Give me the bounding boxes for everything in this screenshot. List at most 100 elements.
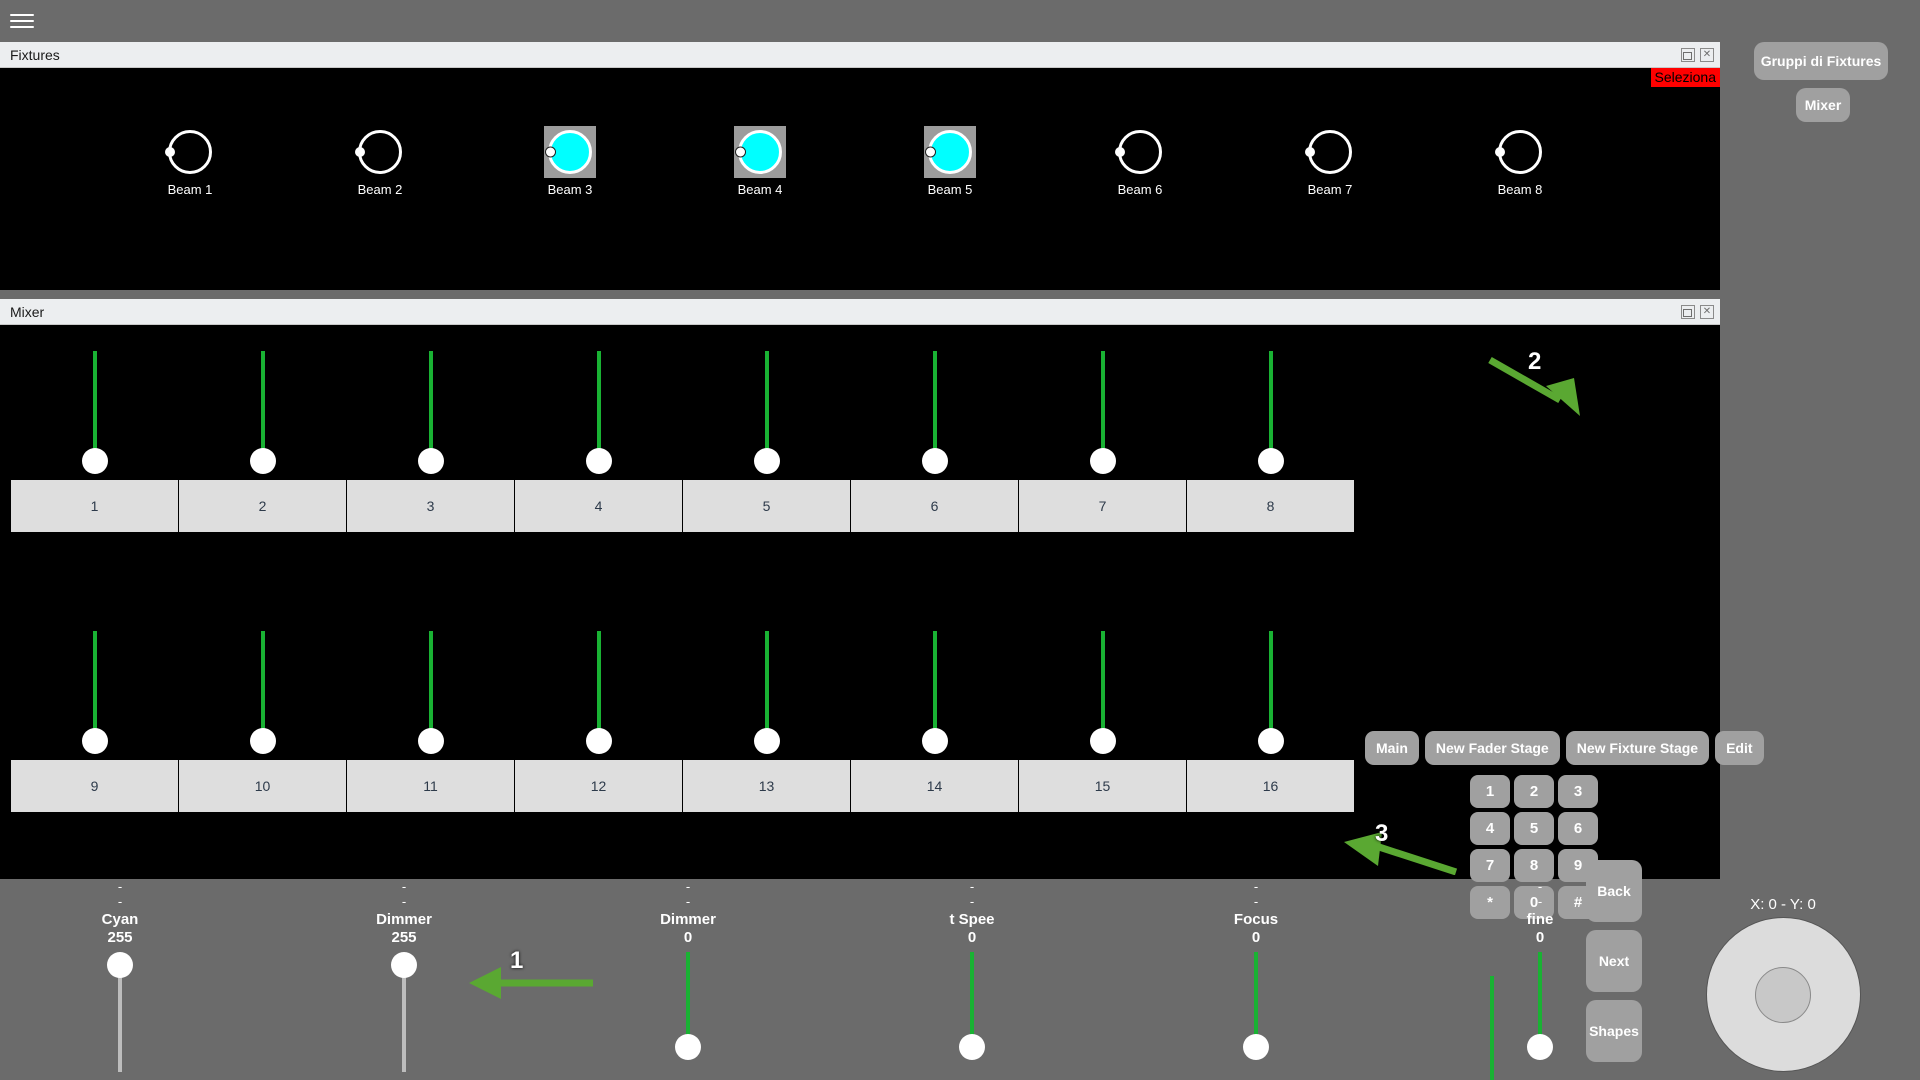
fader-button[interactable]: 10 xyxy=(179,760,346,812)
fader-knob[interactable] xyxy=(417,728,444,754)
stage-button-new-fixture-stage[interactable]: New Fixture Stage xyxy=(1565,731,1710,765)
fader-knob[interactable] xyxy=(585,448,612,474)
fader-knob[interactable] xyxy=(81,448,108,474)
attribute-fader xyxy=(882,952,1062,1072)
fader-knob[interactable] xyxy=(249,728,276,754)
keypad-key-6[interactable]: 6 xyxy=(1558,812,1598,845)
keypad-key-3[interactable]: 3 xyxy=(1558,775,1598,808)
attribute-fader-track[interactable] xyxy=(1538,952,1542,1042)
fixture-indicator-dot xyxy=(545,146,556,158)
joystick-knob[interactable] xyxy=(1755,966,1811,1023)
attribute-fader-track[interactable] xyxy=(686,952,690,1042)
fixtures-window-titlebar[interactable]: Fixtures ✕ xyxy=(0,42,1720,68)
fixture-beam-1[interactable]: Beam 1 xyxy=(155,126,225,197)
restore-icon[interactable] xyxy=(1681,304,1695,319)
fader-track[interactable] xyxy=(92,351,97,461)
stage-button-edit[interactable]: Edit xyxy=(1715,731,1764,765)
fixture-icon[interactable] xyxy=(354,126,406,178)
fader-knob[interactable] xyxy=(921,728,948,754)
attribute-fader-knob[interactable] xyxy=(1243,1034,1269,1060)
mixer-window-titlebar[interactable]: Mixer ✕ xyxy=(0,299,1720,325)
fader-button[interactable]: 14 xyxy=(851,760,1018,812)
stage-button-main[interactable]: Main xyxy=(1365,731,1419,765)
nav-button-next[interactable]: Next xyxy=(1586,930,1642,992)
attribute-fader-track[interactable] xyxy=(118,976,122,1072)
fixture-icon[interactable] xyxy=(1494,126,1546,178)
fader-button[interactable]: 8 xyxy=(1187,480,1354,532)
fader-button[interactable]: 5 xyxy=(683,480,850,532)
fixture-beam-2[interactable]: Beam 2 xyxy=(345,126,415,197)
fixture-icon[interactable] xyxy=(1304,126,1356,178)
fader-knob[interactable] xyxy=(1257,728,1284,754)
sidebar-item-gruppi-di-fixtures[interactable]: Gruppi di Fixtures xyxy=(1754,42,1888,80)
close-icon[interactable]: ✕ xyxy=(1700,47,1714,62)
fader-button[interactable]: 2 xyxy=(179,480,346,532)
close-icon[interactable]: ✕ xyxy=(1700,304,1714,319)
attribute-fader-knob[interactable] xyxy=(391,952,417,978)
fixture-icon[interactable] xyxy=(924,126,976,178)
fader-button[interactable]: 16 xyxy=(1187,760,1354,812)
fixture-beam-6[interactable]: Beam 6 xyxy=(1105,126,1175,197)
annotation-number-1: 1 xyxy=(510,947,524,974)
fader-knob[interactable] xyxy=(417,448,444,474)
fader-track[interactable] xyxy=(932,351,937,461)
fader-knob[interactable] xyxy=(1257,448,1284,474)
fader-button[interactable]: 3 xyxy=(347,480,514,532)
fixture-beam-7[interactable]: Beam 7 xyxy=(1295,126,1365,197)
fader-knob[interactable] xyxy=(753,448,780,474)
fader-knob[interactable] xyxy=(753,728,780,754)
fader-track[interactable] xyxy=(92,631,97,741)
fader-track[interactable] xyxy=(932,631,937,741)
fader-button[interactable]: 9 xyxy=(11,760,178,812)
attribute-top-line-1: - xyxy=(117,879,123,894)
fader-track[interactable] xyxy=(1268,351,1273,461)
fixture-beam-4[interactable]: Beam 4 xyxy=(725,126,795,197)
restore-icon[interactable] xyxy=(1681,47,1695,62)
attribute-fader-knob[interactable] xyxy=(675,1034,701,1060)
fader-button[interactable]: 4 xyxy=(515,480,682,532)
fader-knob[interactable] xyxy=(585,728,612,754)
fader-track[interactable] xyxy=(596,351,601,461)
fader-button[interactable]: 13 xyxy=(683,760,850,812)
fader-button[interactable]: 11 xyxy=(347,760,514,812)
fader-knob[interactable] xyxy=(1089,728,1116,754)
fader-button[interactable]: 15 xyxy=(1019,760,1186,812)
attribute-fader-knob[interactable] xyxy=(1527,1034,1553,1060)
fixture-beam-8[interactable]: Beam 8 xyxy=(1485,126,1555,197)
fixture-icon[interactable] xyxy=(544,126,596,178)
fader-button[interactable]: 6 xyxy=(851,480,1018,532)
fader-button[interactable]: 7 xyxy=(1019,480,1186,532)
fader-knob[interactable] xyxy=(921,448,948,474)
fader-track[interactable] xyxy=(260,351,265,461)
fader-track[interactable] xyxy=(428,631,433,741)
fader-knob[interactable] xyxy=(81,728,108,754)
fader-knob[interactable] xyxy=(249,448,276,474)
sidebar-item-mixer[interactable]: Mixer xyxy=(1796,88,1850,122)
attribute-fader-track[interactable] xyxy=(402,976,406,1072)
joystick-pad[interactable] xyxy=(1705,917,1861,1072)
nav-button-back[interactable]: Back xyxy=(1586,860,1642,922)
nav-button-shapes[interactable]: Shapes xyxy=(1586,1000,1642,1062)
fader-track[interactable] xyxy=(764,631,769,741)
fader-track[interactable] xyxy=(428,351,433,461)
fixture-beam-5[interactable]: Beam 5 xyxy=(915,126,985,197)
seleziona-badge[interactable]: Seleziona xyxy=(1650,68,1720,87)
fader-button[interactable]: 1 xyxy=(11,480,178,532)
fader-track[interactable] xyxy=(1268,631,1273,741)
fixture-icon[interactable] xyxy=(164,126,216,178)
attribute-fader-knob[interactable] xyxy=(107,952,133,978)
fixture-icon[interactable] xyxy=(1114,126,1166,178)
attribute-fader-track[interactable] xyxy=(1254,952,1258,1042)
attribute-fader-knob[interactable] xyxy=(959,1034,985,1060)
fader-track[interactable] xyxy=(1100,631,1105,741)
fader-track[interactable] xyxy=(596,631,601,741)
fixture-icon[interactable] xyxy=(734,126,786,178)
fixture-beam-3[interactable]: Beam 3 xyxy=(535,126,605,197)
fader-track[interactable] xyxy=(260,631,265,741)
attribute-fader-track[interactable] xyxy=(970,952,974,1042)
fader-track[interactable] xyxy=(764,351,769,461)
fader-button[interactable]: 12 xyxy=(515,760,682,812)
fader-knob[interactable] xyxy=(1089,448,1116,474)
fader-track[interactable] xyxy=(1100,351,1105,461)
hamburger-icon[interactable] xyxy=(10,10,34,32)
